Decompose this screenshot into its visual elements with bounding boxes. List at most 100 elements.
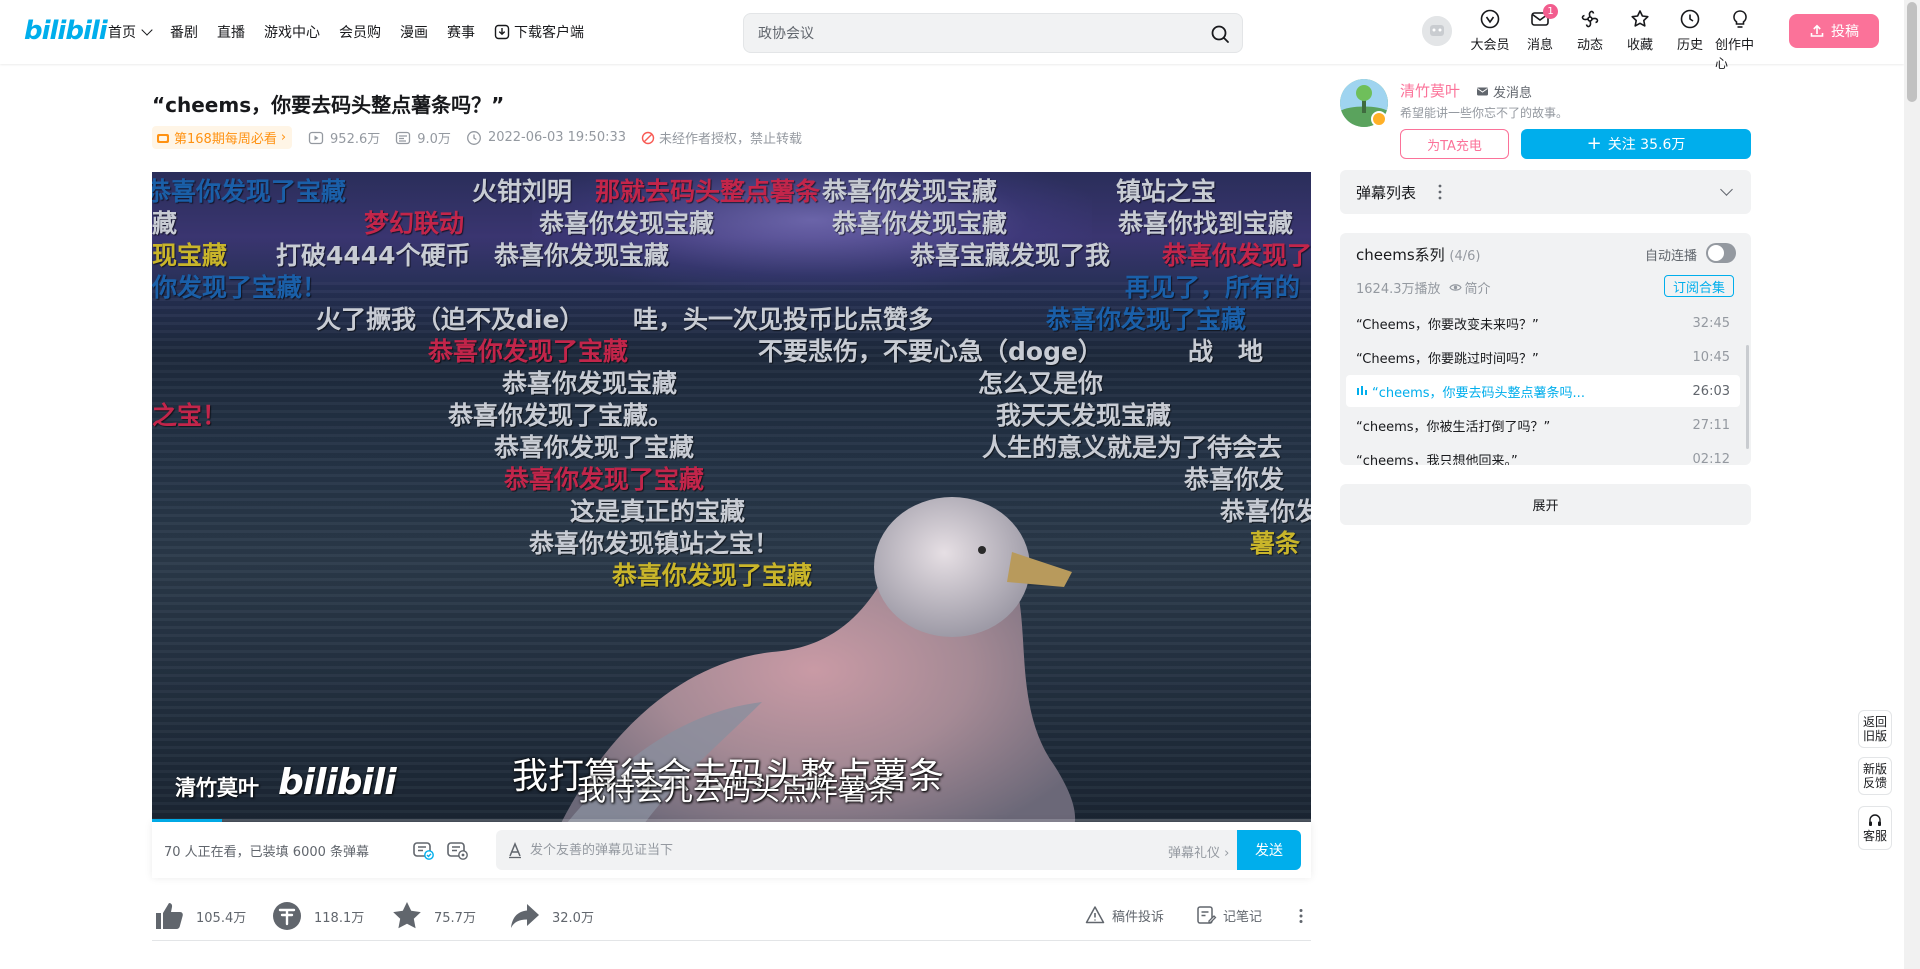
entry-dynamic[interactable]: 动态 bbox=[1565, 8, 1615, 72]
header-entries: 大会员 1 消息 动态 收藏 历史 创作中心 bbox=[1465, 4, 1765, 72]
star-icon bbox=[1631, 10, 1649, 27]
danmaku-item: 我天天发现宝藏 bbox=[996, 401, 1172, 430]
nav-esports[interactable]: 赛事 bbox=[447, 22, 475, 42]
series-episode-active[interactable]: “cheems，你要去码头整点薯条吗... 26:03 bbox=[1346, 375, 1740, 407]
verified-badge bbox=[1371, 111, 1387, 127]
upload-icon bbox=[1810, 24, 1824, 37]
plus-icon: + bbox=[1586, 133, 1602, 154]
video-meta: 第168期每周必看 › 952.6万 9.0万 2022-06-03 19:50… bbox=[152, 126, 802, 149]
nav-manga[interactable]: 漫画 bbox=[400, 22, 428, 42]
danmaku-item: 之宝！ bbox=[152, 401, 228, 430]
share-arrow-icon bbox=[511, 904, 539, 928]
top-nav: 首页 番剧 直播 游戏中心 会员购 漫画 赛事 下载客户端 bbox=[108, 0, 603, 64]
chevron-down-icon[interactable] bbox=[1720, 183, 1733, 196]
favorite-button[interactable]: 75.7万 bbox=[390, 899, 476, 933]
note-button[interactable]: 记笔记 bbox=[1195, 904, 1262, 926]
danmaku-settings-icon[interactable] bbox=[445, 838, 469, 862]
feedback-button[interactable]: 新版反馈 bbox=[1858, 757, 1892, 795]
send-message-link[interactable]: 发消息 bbox=[1476, 82, 1532, 101]
danmaku-input[interactable] bbox=[530, 839, 1130, 861]
star-icon bbox=[393, 902, 421, 929]
report-button[interactable]: 稿件投诉 bbox=[1084, 904, 1164, 926]
danmaku-item: 恭喜你发现了宝藏 bbox=[152, 177, 347, 206]
danmaku-send-bar: 70 人正在看，已装填 6000 条弹幕 弹幕礼仪 › 发送 bbox=[152, 822, 1311, 878]
danmaku-item: 恭喜你发现宝藏 bbox=[494, 241, 670, 270]
danmaku-item: 打破4444个硬币 bbox=[276, 241, 471, 270]
danmaku-toggle-icon[interactable] bbox=[411, 838, 435, 862]
danmaku-item: 薯条 bbox=[1250, 529, 1301, 558]
publish-date: 2022-06-03 19:50:33 bbox=[466, 130, 626, 146]
clock-icon bbox=[1680, 9, 1700, 29]
series-scrollbar[interactable] bbox=[1746, 345, 1749, 449]
entry-creator-center[interactable]: 创作中心 bbox=[1715, 8, 1765, 72]
danmaku-item: 那就去码头整点薯条 bbox=[595, 177, 821, 206]
danmaku-item: 恭喜你发现了宝藏 bbox=[428, 337, 629, 366]
nav-home[interactable]: 首页 bbox=[108, 22, 153, 42]
now-playing-icon bbox=[1357, 386, 1367, 395]
page-scroll-thumb[interactable] bbox=[1907, 2, 1917, 102]
more-options-icon[interactable] bbox=[1293, 908, 1309, 924]
series-episode[interactable]: “Cheems，你要改变未来吗？” 32:45 bbox=[1346, 307, 1740, 339]
user-avatar[interactable] bbox=[1420, 14, 1454, 48]
font-style-icon[interactable] bbox=[506, 841, 524, 859]
upload-button[interactable]: 投稿 bbox=[1789, 14, 1879, 48]
search-input[interactable] bbox=[758, 23, 1178, 45]
charge-button[interactable]: 为TA充电 bbox=[1400, 129, 1509, 159]
nav-live[interactable]: 直播 bbox=[217, 22, 245, 42]
subscribe-collection-button[interactable]: 订阅合集 bbox=[1664, 275, 1734, 297]
danmaku-item: 不要悲伤，不要心急（doge） bbox=[758, 337, 1103, 366]
coin-button[interactable]: 118.1万 bbox=[270, 899, 364, 933]
default-avatar-icon bbox=[1422, 16, 1452, 46]
follow-button[interactable]: + 关注 35.6万 bbox=[1521, 129, 1751, 159]
bilibili-logo[interactable]: bilibili bbox=[24, 16, 108, 46]
entry-message[interactable]: 1 消息 bbox=[1515, 4, 1565, 72]
danmaku-item: 恭喜你发现了宝藏 bbox=[1046, 305, 1247, 334]
send-danmaku-button[interactable]: 发送 bbox=[1237, 830, 1301, 870]
danmaku-icon bbox=[396, 131, 411, 144]
back-to-old-version-button[interactable]: 返回旧版 bbox=[1858, 710, 1892, 748]
weekly-must-watch-badge[interactable]: 第168期每周必看 › bbox=[152, 126, 293, 149]
series-episode[interactable]: “cheems，我只想他回来。” 02:12 bbox=[1346, 443, 1740, 466]
danmaku-item: 哇，头一次见投币比点赞多 bbox=[633, 305, 934, 334]
like-button[interactable]: 105.4万 bbox=[152, 899, 246, 933]
share-button[interactable]: 32.0万 bbox=[508, 899, 594, 933]
video-player[interactable]: 恭喜你发现了宝藏 火钳刘明 那就去码头整点薯条 恭喜你发现宝藏 镇站之宝 藏 梦… bbox=[152, 172, 1311, 822]
entry-history[interactable]: 历史 bbox=[1665, 8, 1715, 72]
download-icon bbox=[494, 24, 510, 40]
danmaku-etiquette-link[interactable]: 弹幕礼仪 › bbox=[1168, 842, 1229, 861]
video-actions: 105.4万 118.1万 75.7万 32.0万 稿件投诉 记笔记 bbox=[152, 893, 1311, 941]
danmaku-item: 怎么又是你 bbox=[978, 369, 1104, 398]
autoplay-toggle[interactable] bbox=[1706, 243, 1736, 263]
series-title[interactable]: cheems系列 (4/6) bbox=[1356, 244, 1481, 265]
page-scrollbar[interactable] bbox=[1904, 0, 1920, 969]
entry-favorites[interactable]: 收藏 bbox=[1615, 8, 1665, 72]
search-icon[interactable] bbox=[1208, 22, 1232, 46]
tv-icon bbox=[157, 133, 169, 143]
search-box bbox=[743, 13, 1243, 53]
uploader-name[interactable]: 清竹莫叶 bbox=[1400, 80, 1460, 101]
series-episode[interactable]: “cheems，你被生活打倒了吗？” 27:11 bbox=[1346, 409, 1740, 441]
danmaku-item: 恭喜你发现宝藏 bbox=[822, 177, 998, 206]
danmaku-item: 恭喜你发现了宝藏。 bbox=[448, 401, 674, 430]
nav-anime[interactable]: 番剧 bbox=[170, 22, 198, 42]
more-options-icon[interactable] bbox=[1438, 182, 1442, 202]
intro-link[interactable]: 简介 bbox=[1448, 278, 1491, 297]
expand-button[interactable]: 展开 bbox=[1340, 484, 1751, 525]
mail-icon bbox=[1477, 87, 1488, 96]
danmaku-item: 恭喜你发 bbox=[1220, 497, 1311, 526]
danmaku-item: 恭喜你发现宝藏 bbox=[832, 209, 1008, 238]
play-count-icon bbox=[308, 131, 324, 144]
note-icon bbox=[1197, 906, 1217, 924]
nav-mall[interactable]: 会员购 bbox=[339, 22, 381, 42]
nav-game-center[interactable]: 游戏中心 bbox=[264, 22, 320, 42]
vip-icon bbox=[1480, 9, 1500, 29]
eye-icon bbox=[1448, 284, 1462, 291]
message-badge: 1 bbox=[1543, 4, 1558, 19]
nav-download-client[interactable]: 下载客户端 bbox=[494, 22, 584, 42]
danmaku-item: 恭喜你发现宝藏 bbox=[539, 209, 715, 238]
entry-vip[interactable]: 大会员 bbox=[1465, 8, 1515, 72]
danmaku-list-panel[interactable]: 弹幕列表 bbox=[1340, 170, 1751, 214]
customer-service-button[interactable]: 客服 bbox=[1858, 806, 1892, 850]
series-episode[interactable]: “Cheems，你要跳过时间吗？” 10:45 bbox=[1346, 341, 1740, 373]
danmaku-count: 9.0万 bbox=[395, 128, 451, 147]
